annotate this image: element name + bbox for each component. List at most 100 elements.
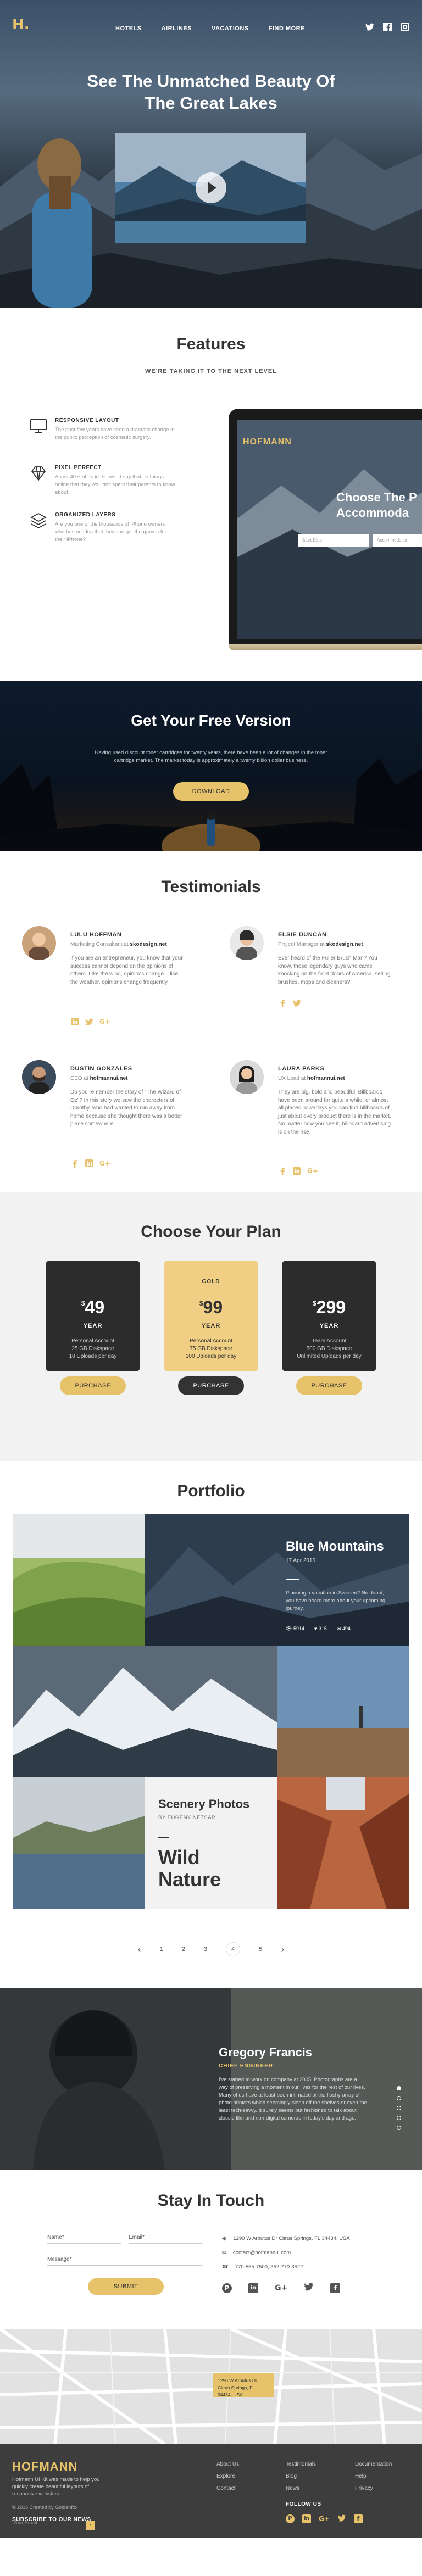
play-icon[interactable] [196, 172, 226, 203]
portfolio-item-canyon[interactable] [277, 1777, 409, 1909]
plan-currency: $ [199, 1300, 203, 1307]
purchase-button[interactable]: PURCHASE [178, 1376, 244, 1395]
email-text[interactable]: contact@hofmannui.com [233, 2250, 291, 2256]
portfolio-item-snow-peaks[interactable] [13, 1646, 277, 1777]
facebook-icon[interactable] [278, 999, 287, 1007]
slider-dot[interactable] [397, 2126, 401, 2130]
testimonial-social: G+ [70, 1159, 111, 1168]
footer-link[interactable]: About Us [216, 2458, 239, 2471]
hero-video[interactable] [115, 133, 306, 243]
plan-currency: $ [81, 1300, 85, 1307]
person-name: Gregory Francis [219, 2045, 312, 2059]
linkedin-icon[interactable] [292, 1167, 301, 1175]
email-field[interactable] [129, 2243, 202, 2244]
submit-button[interactable]: SUBMIT [88, 2278, 164, 2295]
contact-section: Stay In Touch Name* Email* Message* SUBM… [0, 2170, 422, 2329]
portfolio-item-desert-sky[interactable] [277, 1646, 409, 1777]
map-section: 1290 W Arbutus Dr Citrus Springs, FL 344… [0, 2329, 422, 2444]
portfolio-card-scenery[interactable]: Scenery Photos BY EUGENY NETSAR Wild Nat… [145, 1777, 277, 1909]
facebook-icon[interactable] [382, 22, 392, 32]
brand-logo[interactable]: H. [12, 16, 30, 33]
purchase-button[interactable]: PURCHASE [60, 1376, 126, 1395]
footer-link[interactable]: Testimonials [286, 2458, 316, 2471]
purchase-button[interactable]: PURCHASE [296, 1376, 362, 1395]
footer-link[interactable]: Blog [286, 2471, 316, 2483]
page-link[interactable]: 3 [204, 1946, 207, 1953]
pinterest-icon[interactable]: P [286, 2514, 295, 2523]
footer-brand[interactable]: HOFMANN [12, 2460, 77, 2474]
plan-feature: 500 GB Diskspace [306, 1346, 352, 1352]
download-button[interactable]: DOWNLOAD [173, 782, 249, 801]
linkedin-icon[interactable]: in [248, 2283, 258, 2293]
portfolio-item-green-hills[interactable] [13, 1514, 145, 1646]
portfolio-item-lake[interactable] [13, 1777, 145, 1909]
page-link[interactable]: 2 [182, 1946, 185, 1953]
nav-hotels[interactable]: HOTELS [115, 25, 142, 32]
slider-dot[interactable] [397, 2096, 401, 2100]
twitter-icon[interactable] [337, 2513, 346, 2524]
linkedin-icon[interactable] [70, 1017, 79, 1026]
role-company[interactable]: skodesign.net [326, 941, 363, 947]
page-link[interactable]: 1 [160, 1946, 163, 1953]
chevron-right-icon[interactable]: › [281, 1944, 284, 1955]
comments-stat[interactable]: ✉ 494 [337, 1626, 351, 1632]
message-field[interactable] [47, 2265, 202, 2266]
slider-dot[interactable] [397, 2116, 401, 2120]
portfolio-title: Portfolio [177, 1482, 245, 1500]
screen-start-date-field[interactable]: Start Date [298, 534, 369, 547]
facebook-icon[interactable]: f [353, 2514, 363, 2523]
page-link[interactable]: 5 [259, 1946, 262, 1953]
feature-project-title: Blue Mountains [286, 1539, 384, 1554]
pinterest-icon[interactable]: P [222, 2283, 232, 2293]
google-plus-icon[interactable]: G+ [319, 2515, 330, 2523]
role-company[interactable]: skodesign.net [130, 941, 166, 947]
screen-logo: HOFMANN [243, 437, 292, 447]
twitter-icon[interactable] [304, 2283, 314, 2293]
plan-price: $99 [164, 1297, 258, 1318]
nav-find-more[interactable]: FIND MORE [269, 25, 305, 32]
role-company[interactable]: hofmannui.net [307, 1075, 345, 1081]
slider-dot[interactable] [397, 2106, 401, 2110]
role-company[interactable]: hofmannui.net [90, 1075, 128, 1081]
twitter-icon[interactable] [292, 999, 301, 1007]
google-plus-icon[interactable]: G+ [99, 1159, 111, 1168]
twitter-icon[interactable] [365, 22, 375, 32]
facebook-icon[interactable] [70, 1159, 79, 1168]
follow-heading: FOLLOW US [286, 2501, 321, 2507]
portfolio-item-blue-mountains[interactable]: Blue Mountains 17 Apr 2016 Planning a va… [145, 1514, 409, 1646]
screen-accommodation-field[interactable]: Accommodation [373, 534, 422, 547]
map-image[interactable] [0, 2329, 422, 2444]
linkedin-icon[interactable] [85, 1159, 93, 1168]
footer-link[interactable]: News [286, 2483, 316, 2495]
slider-dot-active[interactable] [397, 2086, 401, 2090]
footer-link[interactable]: Privacy [355, 2483, 392, 2495]
chevron-left-icon[interactable]: ‹ [138, 1944, 141, 1955]
google-plus-icon[interactable]: G+ [307, 1167, 319, 1175]
blue-mountains-image [145, 1514, 409, 1646]
pagination: ‹ 1 2 3 4 5 › [0, 1942, 422, 1956]
features-title: Features [176, 335, 246, 353]
facebook-icon[interactable]: f [330, 2283, 341, 2293]
footer-link[interactable]: Explore [216, 2471, 239, 2483]
nav-vacations[interactable]: VACATIONS [212, 25, 249, 32]
name-field[interactable] [47, 2243, 121, 2244]
google-plus-icon[interactable]: G+ [99, 1017, 111, 1026]
subscribe-placeholder[interactable]: Your Email [13, 2520, 37, 2525]
linkedin-icon[interactable]: in [302, 2514, 311, 2523]
scenery-title: Scenery Photos [158, 1797, 250, 1811]
facebook-icon[interactable] [278, 1167, 287, 1175]
footer-col-2: Testimonials Blog News [286, 2458, 316, 2495]
instagram-icon[interactable] [400, 22, 410, 32]
diamond-icon [31, 466, 46, 481]
footer-link[interactable]: Help [355, 2471, 392, 2483]
footer-link[interactable]: Documentation [355, 2458, 392, 2471]
feature-project-text: Planning a vacation in Sweden? No doubt,… [286, 1590, 386, 1612]
testimonials-section: Testimonials LULU HOFFMAN Marketing Cons… [0, 851, 422, 1192]
nav-airlines[interactable]: AIRLINES [162, 25, 192, 32]
google-plus-icon[interactable]: G+ [275, 2284, 287, 2293]
page-link-active[interactable]: 4 [226, 1942, 241, 1956]
footer-link[interactable]: Contact [216, 2483, 239, 2495]
twitter-icon[interactable] [85, 1017, 93, 1026]
likes-stat[interactable]: ♥ 315 [314, 1626, 327, 1632]
arrow-right-icon[interactable]: › [86, 2521, 95, 2530]
